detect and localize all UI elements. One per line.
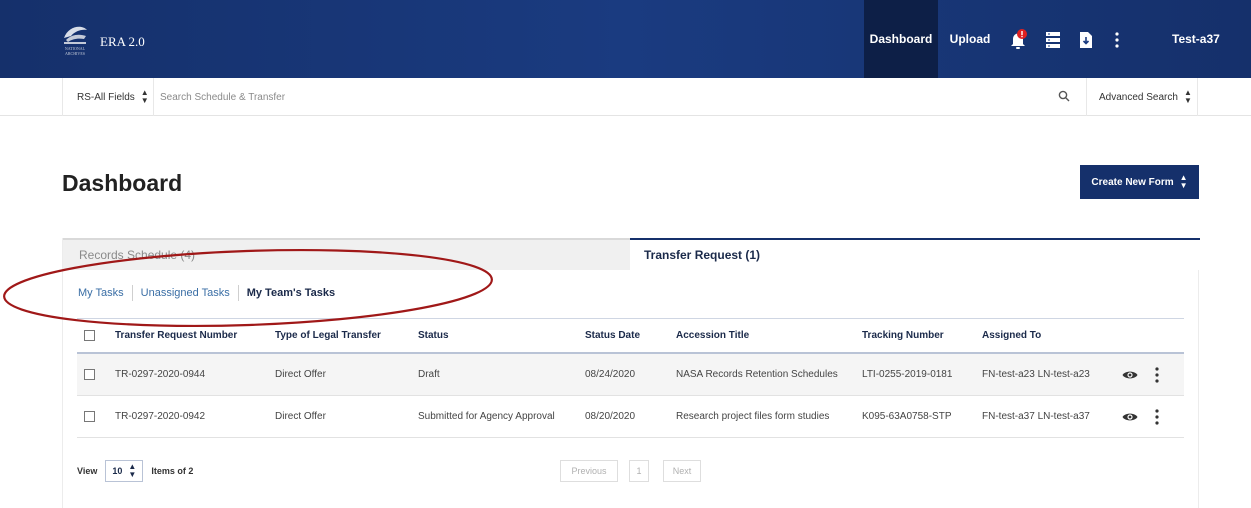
- row-more-vertical-icon[interactable]: [1155, 396, 1159, 437]
- tab-records-schedule[interactable]: Records Schedule (4): [63, 238, 630, 270]
- cell-assigned: FN-test-a37 LN-test-a37: [982, 411, 1090, 422]
- view-eye-icon[interactable]: [1122, 396, 1138, 437]
- next-page-button[interactable]: Next: [663, 460, 701, 482]
- cell-tracking: K095-63A0758-STP: [862, 411, 952, 422]
- col-header-status[interactable]: Status: [418, 319, 449, 352]
- national-archives-logo[interactable]: NATIONAL ARCHIVES: [60, 22, 90, 58]
- row-checkbox[interactable]: [84, 369, 95, 380]
- view-eye-icon[interactable]: [1122, 354, 1138, 395]
- per-page-value: 10: [112, 466, 123, 476]
- updown-caret-icon: ▲ ▼: [128, 462, 137, 479]
- subtab-my-tasks[interactable]: My Tasks: [78, 287, 132, 299]
- task-filter-tabs: My Tasks Unassigned Tasks My Team's Task…: [78, 282, 343, 304]
- cell-status: Submitted for Agency Approval: [418, 411, 555, 422]
- updown-caret-icon: ▲ ▼: [140, 88, 149, 105]
- advanced-search-label: Advanced Search: [1099, 91, 1178, 103]
- col-header-assigned[interactable]: Assigned To: [982, 319, 1041, 352]
- more-vertical-icon[interactable]: [1107, 30, 1127, 50]
- cell-assigned: FN-test-a23 LN-test-a23: [982, 369, 1090, 380]
- col-header-tracking[interactable]: Tracking Number: [862, 319, 944, 352]
- row-more-vertical-icon[interactable]: [1155, 354, 1159, 395]
- cell-type: Direct Offer: [275, 411, 326, 422]
- updown-caret-icon: ▲ ▼: [1179, 173, 1188, 190]
- cell-status-date: 08/20/2020: [585, 411, 636, 422]
- logo-text-archives: ARCHIVES: [65, 51, 85, 56]
- download-file-icon[interactable]: [1076, 30, 1096, 50]
- cell-status: Draft: [418, 369, 440, 380]
- row-checkbox[interactable]: [84, 411, 95, 422]
- dashboard-panel: Records Schedule (4) Transfer Request (1…: [62, 238, 1200, 508]
- select-all-checkbox-cell[interactable]: [84, 319, 95, 352]
- create-new-form-label: Create New Form: [1091, 176, 1174, 188]
- page-size-control: View 10 ▲ ▼ Items of 2: [77, 460, 193, 482]
- search-field-label: RS-All Fields: [77, 91, 135, 103]
- col-header-accession[interactable]: Accession Title: [676, 319, 749, 352]
- subtab-unassigned-tasks[interactable]: Unassigned Tasks: [133, 287, 238, 299]
- cell-tracking: LTI-0255-2019-0181: [862, 369, 953, 380]
- list-view-icon[interactable]: [1043, 30, 1063, 50]
- advanced-search-select[interactable]: Advanced Search ▲ ▼: [1086, 78, 1198, 116]
- view-label: View: [77, 466, 98, 476]
- col-header-status-date[interactable]: Status Date: [585, 319, 640, 352]
- transfer-request-table: Transfer Request Number Type of Legal Tr…: [77, 318, 1184, 438]
- top-navigation-bar: NATIONAL ARCHIVES ERA 2.0 Dashboard Uplo…: [0, 0, 1251, 78]
- updown-caret-icon: ▲ ▼: [1183, 88, 1192, 105]
- cell-number[interactable]: TR-0297-2020-0942: [115, 396, 205, 437]
- row-checkbox-cell[interactable]: [84, 396, 95, 437]
- previous-page-button[interactable]: Previous: [560, 460, 618, 482]
- user-menu[interactable]: Test-a37: [1172, 0, 1220, 78]
- col-header-type[interactable]: Type of Legal Transfer: [275, 319, 381, 352]
- nav-upload[interactable]: Upload: [945, 0, 995, 78]
- cell-number[interactable]: TR-0297-2020-0944: [115, 354, 205, 395]
- notification-bell-icon[interactable]: [1009, 29, 1029, 50]
- page-number-button[interactable]: 1: [629, 460, 649, 482]
- page-title: Dashboard: [62, 170, 183, 196]
- table-row[interactable]: TR-0297-2020-0942 Direct Offer Submitted…: [77, 396, 1184, 438]
- cell-accession: NASA Records Retention Schedules: [676, 369, 838, 380]
- table-row[interactable]: TR-0297-2020-0944 Direct Offer Draft 08/…: [77, 354, 1184, 396]
- select-all-checkbox[interactable]: [84, 330, 95, 341]
- cell-status-date: 08/24/2020: [585, 369, 636, 380]
- search-bar: RS-All Fields ▲▼ Advanced Search ▲▼: [0, 78, 1251, 116]
- search-input[interactable]: [160, 87, 1020, 107]
- per-page-select[interactable]: 10 ▲ ▼: [105, 460, 144, 482]
- cell-type: Direct Offer: [275, 369, 326, 380]
- search-field-select[interactable]: RS-All Fields ▲ ▼: [62, 78, 154, 116]
- cell-accession: Research project files form studies: [676, 411, 830, 422]
- table-header-row: Transfer Request Number Type of Legal Tr…: [77, 318, 1184, 354]
- search-icon[interactable]: [1058, 89, 1072, 103]
- create-new-form-button[interactable]: Create New Form ▲ ▼: [1080, 165, 1199, 199]
- subtab-team-tasks[interactable]: My Team's Tasks: [239, 287, 343, 299]
- tab-transfer-request[interactable]: Transfer Request (1): [630, 238, 1200, 270]
- nav-dashboard[interactable]: Dashboard: [864, 0, 938, 78]
- row-checkbox-cell[interactable]: [84, 354, 95, 395]
- col-header-number[interactable]: Transfer Request Number: [115, 319, 237, 352]
- items-count-label: Items of 2: [151, 466, 194, 476]
- app-name: ERA 2.0: [100, 34, 145, 49]
